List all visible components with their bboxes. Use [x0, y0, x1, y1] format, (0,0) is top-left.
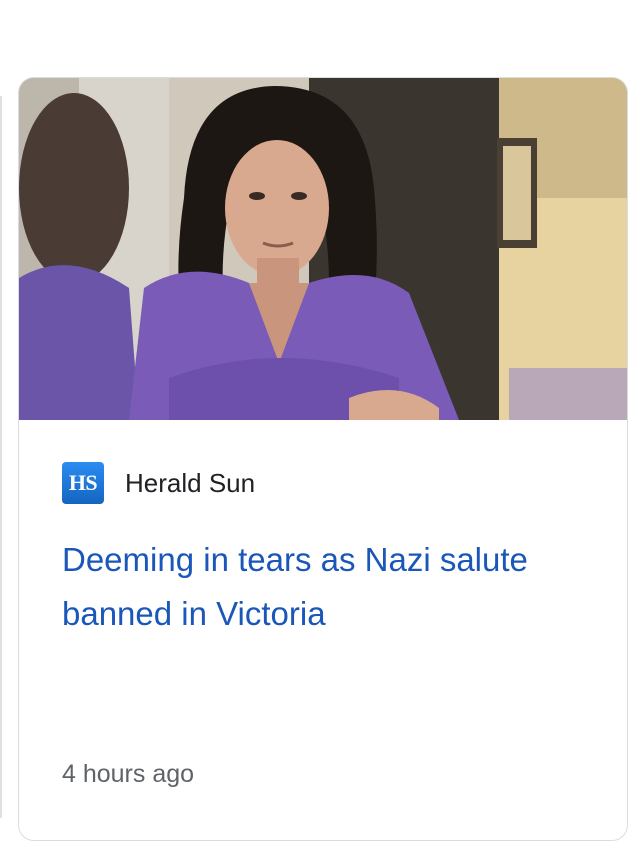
card-body: HS Herald Sun Deeming in tears as Nazi s… [19, 420, 627, 840]
news-thumbnail[interactable] [19, 78, 627, 420]
headline-link[interactable]: Deeming in tears as Nazi salute banned i… [62, 533, 582, 641]
previous-card-edge [0, 96, 2, 818]
source-name: Herald Sun [125, 467, 256, 498]
source-row[interactable]: HS Herald Sun [62, 462, 255, 504]
news-card[interactable]: HS Herald Sun Deeming in tears as Nazi s… [18, 77, 628, 841]
timestamp: 4 hours ago [62, 760, 195, 788]
herald-sun-logo-icon: HS [62, 462, 104, 504]
page: HS Herald Sun Deeming in tears as Nazi s… [0, 0, 638, 866]
